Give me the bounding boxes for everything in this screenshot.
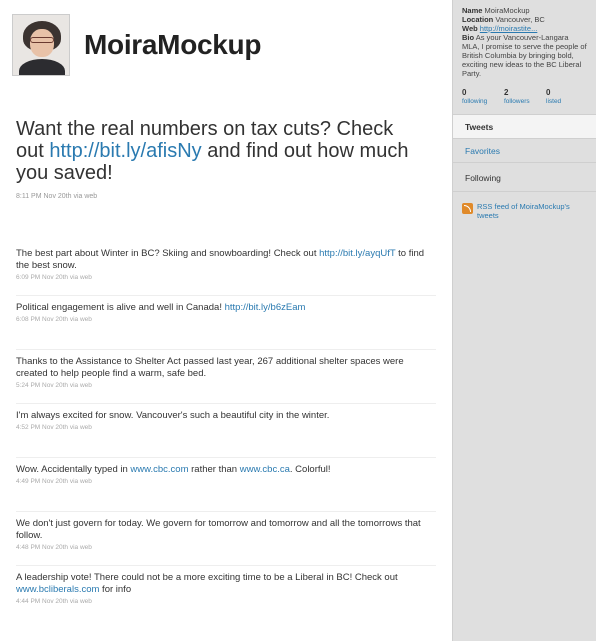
tweet-link[interactable]: http://bit.ly/ayqUfT bbox=[319, 248, 395, 259]
tweet-item: Wow. Accidentally typed in www.cbc.com r… bbox=[16, 457, 436, 511]
featured-tweet: Want the real numbers on tax cuts? Check… bbox=[16, 118, 426, 200]
stat-listed[interactable]: 0 listed bbox=[546, 88, 588, 105]
nav-tweets[interactable]: Tweets bbox=[453, 114, 596, 138]
stat-followers[interactable]: 2 followers bbox=[504, 88, 546, 105]
tweet-item: The best part about Winter in BC? Skiing… bbox=[16, 241, 436, 295]
tweet-text: Political engagement is alive and well i… bbox=[16, 302, 436, 314]
tweet-meta[interactable]: 4:52 PM Nov 20th via web bbox=[16, 423, 436, 432]
location-value: Vancouver, BC bbox=[495, 15, 545, 24]
bio-label: Bio bbox=[462, 33, 475, 42]
nav-favorites[interactable]: Favorites bbox=[453, 138, 596, 162]
avatar-face bbox=[30, 29, 54, 57]
web-link[interactable]: http://moirastite... bbox=[480, 24, 538, 33]
tweet-text: The best part about Winter in BC? Skiing… bbox=[16, 248, 436, 272]
tweet-item: I'm always excited for snow. Vancouver's… bbox=[16, 403, 436, 457]
tweet-text: A leadership vote! There could not be a … bbox=[16, 572, 436, 596]
tweet-item: We don't just govern for today. We gover… bbox=[16, 511, 436, 565]
followers-label: followers bbox=[504, 98, 530, 105]
tweet-text-part: for info bbox=[99, 584, 132, 595]
following-count: 0 bbox=[462, 88, 467, 97]
web-label: Web bbox=[462, 24, 478, 33]
tweet-item: Political engagement is alive and well i… bbox=[16, 295, 436, 349]
rss-feed-link[interactable]: RSS feed of MoiraMockup's tweets bbox=[453, 192, 596, 220]
rss-icon bbox=[462, 203, 473, 214]
tweet-text: Wow. Accidentally typed in www.cbc.com r… bbox=[16, 464, 436, 476]
tweet-text-part: The best part about Winter in BC? Skiing… bbox=[16, 248, 320, 259]
location-row: Location Vancouver, BC bbox=[462, 15, 588, 24]
profile-header: MoiraMockup bbox=[12, 14, 261, 76]
featured-tweet-text: Want the real numbers on tax cuts? Check… bbox=[16, 118, 426, 184]
sidebar-nav: Tweets Favorites Following bbox=[453, 114, 596, 192]
featured-tweet-link[interactable]: http://bit.ly/afisNy bbox=[49, 140, 201, 162]
name-row: Name MoiraMockup bbox=[462, 6, 588, 15]
tweet-text-part: A leadership vote! There could not be a … bbox=[16, 572, 398, 583]
stat-following[interactable]: 0 following bbox=[462, 88, 504, 105]
location-label: Location bbox=[462, 15, 494, 24]
following-label: following bbox=[462, 98, 488, 105]
tweet-meta[interactable]: 4:44 PM Nov 20th via web bbox=[16, 597, 436, 606]
featured-tweet-meta[interactable]: 8:11 PM Nov 20th via web bbox=[16, 193, 426, 200]
tweet-text: I'm always excited for snow. Vancouver's… bbox=[16, 410, 330, 421]
tweet-link[interactable]: http://bit.ly/b6zEam bbox=[225, 302, 306, 313]
tweet-meta[interactable]: 5:24 PM Nov 20th via web bbox=[16, 381, 436, 390]
tweet-text-part: rather than bbox=[188, 464, 240, 475]
tweet-meta[interactable]: 4:48 PM Nov 20th via web bbox=[16, 543, 436, 552]
rss-feed-label: RSS feed of MoiraMockup's tweets bbox=[477, 202, 570, 220]
avatar-shoulders bbox=[19, 59, 65, 75]
profile-sidebar: Name MoiraMockup Location Vancouver, BC … bbox=[452, 0, 596, 641]
tweet-text-part: Political engagement is alive and well i… bbox=[16, 302, 225, 313]
tweet-timeline: The best part about Winter in BC? Skiing… bbox=[16, 241, 436, 619]
tweet-item: Thanks to the Assistance to Shelter Act … bbox=[16, 349, 436, 403]
screen-name: MoiraMockup bbox=[84, 29, 262, 60]
tweet-link[interactable]: www.bcliberals.com bbox=[16, 584, 99, 595]
tweet-meta[interactable]: 4:49 PM Nov 20th via web bbox=[16, 477, 436, 486]
profile-info: Name MoiraMockup Location Vancouver, BC … bbox=[453, 0, 596, 78]
listed-label: listed bbox=[546, 98, 562, 105]
followers-count: 2 bbox=[504, 88, 509, 97]
avatar[interactable] bbox=[12, 14, 70, 76]
tweet-meta[interactable]: 6:08 PM Nov 20th via web bbox=[16, 315, 436, 324]
bio-row: Bio As your Vancouver-Langara MLA, I pro… bbox=[462, 33, 588, 78]
tweet-meta[interactable]: 6:09 PM Nov 20th via web bbox=[16, 273, 436, 282]
tweet-text-part: . Colorful! bbox=[289, 464, 331, 475]
listed-count: 0 bbox=[546, 88, 551, 97]
web-row: Web http://moirastite... bbox=[462, 24, 588, 33]
tweet-text: We don't just govern for today. We gover… bbox=[16, 518, 421, 541]
follow-stats: 0 following 2 followers 0 listed bbox=[453, 78, 596, 105]
tweet-link[interactable]: www.cbc.com bbox=[130, 464, 188, 475]
tweet-text: Thanks to the Assistance to Shelter Act … bbox=[16, 356, 404, 379]
tweet-item: A leadership vote! There could not be a … bbox=[16, 565, 436, 619]
bio-value: As your Vancouver-Langara MLA, I promise… bbox=[462, 33, 587, 78]
avatar-glasses bbox=[30, 37, 54, 43]
tweet-text-part: Wow. Accidentally typed in bbox=[16, 464, 131, 475]
tweet-link[interactable]: www.cbc.ca bbox=[240, 464, 290, 475]
name-label: Name bbox=[462, 6, 483, 15]
main-column: MoiraMockup Want the real numbers on tax… bbox=[0, 0, 452, 641]
nav-following[interactable]: Following bbox=[453, 162, 596, 192]
name-value: MoiraMockup bbox=[484, 6, 530, 15]
